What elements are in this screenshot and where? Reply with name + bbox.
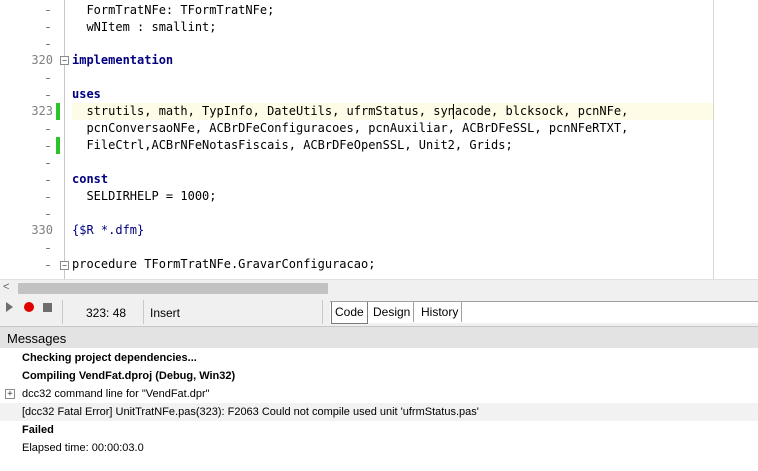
line-marker	[46, 129, 50, 130]
line-marker	[46, 10, 50, 11]
line-number-330: 330	[31, 223, 53, 237]
message-row[interactable]: Compiling VendFat.dproj (Debug, Win32)	[0, 367, 758, 385]
line-marker	[46, 197, 50, 198]
line-number-323: 323	[31, 104, 53, 118]
status-separator	[322, 300, 323, 324]
tab-code[interactable]: Code	[331, 302, 368, 324]
expand-plus-icon[interactable]: +	[5, 389, 15, 399]
line-marker	[46, 44, 50, 45]
modified-line-marker	[56, 103, 60, 120]
code-line: FileCtrl,ACBrNFeNotasFiscais, ACBrDFeOpe…	[72, 138, 513, 152]
line-marker	[46, 78, 50, 79]
line-marker	[46, 214, 50, 215]
scrollbar-thumb[interactable]	[18, 283, 328, 294]
message-text: Checking project dependencies...	[22, 352, 197, 364]
status-separator	[143, 300, 144, 324]
code-line: {$R *.dfm}	[72, 223, 145, 237]
code-line: procedure TFormTratNFe.GravarConfiguraca…	[72, 257, 376, 271]
right-margin-line	[713, 0, 714, 279]
status-separator	[62, 300, 63, 324]
editor-gutter: 320 323 330	[0, 0, 58, 279]
message-row[interactable]: + dcc32 command line for "VendFat.dpr"	[0, 385, 758, 403]
horizontal-scrollbar[interactable]: <	[0, 279, 758, 297]
code-line: pcnConversaoNFe, ACBrDFeConfiguracoes, p…	[72, 121, 629, 135]
modified-line-marker	[56, 137, 60, 154]
code-line-current: strutils, math, TypInfo, DateUtils, ufrm…	[72, 103, 713, 120]
tab-history[interactable]: History	[418, 302, 463, 322]
play-macro-icon[interactable]	[6, 302, 13, 312]
code-line: const	[72, 172, 109, 186]
insert-mode: Insert	[150, 306, 181, 320]
message-text: Failed	[22, 424, 54, 436]
cursor-position: 323: 48	[86, 306, 127, 320]
code-line: FormTratNFe: TFormTratNFe;	[72, 3, 275, 17]
stop-macro-icon[interactable]	[43, 303, 52, 312]
code-editor[interactable]: 320 323 330 − − FormTratNFe: TFormTratNF…	[0, 0, 758, 279]
message-row[interactable]: Checking project dependencies...	[0, 349, 758, 367]
line-marker	[46, 265, 50, 266]
messages-panel-header: Messages	[0, 326, 758, 350]
line-marker	[46, 180, 50, 181]
message-text: Elapsed time: 00:00:03.0	[22, 442, 144, 454]
message-row[interactable]: Failed	[0, 421, 758, 439]
line-number-320: 320	[31, 53, 53, 67]
tab-design[interactable]: Design	[370, 302, 415, 322]
line-marker	[46, 146, 50, 147]
message-row-error[interactable]: [dcc32 Fatal Error] UnitTratNFe.pas(323)…	[0, 403, 758, 421]
message-row[interactable]: Elapsed time: 00:00:03.0	[0, 439, 758, 457]
code-line: uses	[72, 87, 101, 101]
fold-toggle-icon[interactable]: −	[60, 261, 69, 270]
record-macro-icon[interactable]	[24, 302, 34, 312]
messages-list[interactable]: Checking project dependencies... Compili…	[0, 348, 758, 471]
line-marker	[46, 163, 50, 164]
messages-title: Messages	[7, 331, 67, 346]
scroll-left-arrow-icon[interactable]: <	[3, 281, 9, 293]
line-marker	[46, 95, 50, 96]
code-line: SELDIRHELP = 1000;	[72, 189, 217, 203]
message-text: dcc32 command line for "VendFat.dpr"	[22, 388, 210, 400]
text-caret	[453, 104, 454, 119]
view-tabs: Code Design History	[330, 301, 758, 324]
fold-rail	[64, 0, 65, 279]
line-marker	[46, 248, 50, 249]
code-text-area[interactable]: FormTratNFe: TFormTratNFe; wNItem : smal…	[72, 0, 713, 279]
message-text: [dcc32 Fatal Error] UnitTratNFe.pas(323)…	[22, 406, 479, 418]
code-line: wNItem : smallint;	[72, 20, 217, 34]
message-text: Compiling VendFat.dproj (Debug, Win32)	[22, 370, 236, 382]
line-marker	[46, 27, 50, 28]
fold-toggle-icon[interactable]: −	[60, 56, 69, 65]
code-line: implementation	[72, 53, 174, 67]
